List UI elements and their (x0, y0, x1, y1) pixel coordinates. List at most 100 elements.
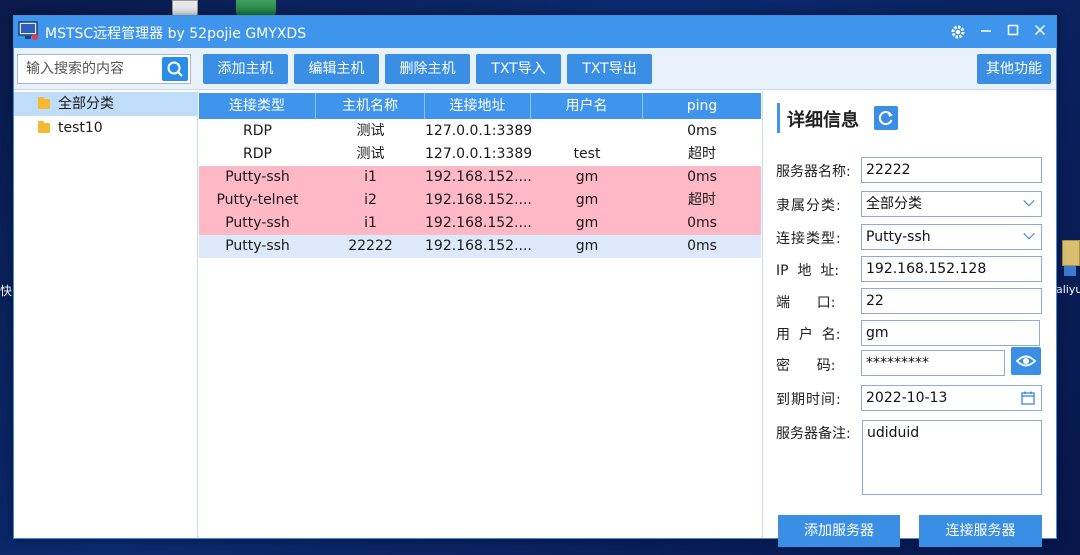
server-name-field[interactable]: 22222 (861, 157, 1042, 183)
cell-name: 测试 (356, 146, 385, 162)
cell-user (531, 120, 643, 143)
expire-label: 到期时间: (776, 392, 842, 408)
desktop-left-label: 快 (0, 284, 13, 298)
cell-ping: 超时 (688, 146, 716, 162)
title-accent-bar (777, 103, 780, 133)
close-icon[interactable] (1030, 22, 1050, 42)
category-tree: 全部分类 test10 (14, 91, 198, 538)
password-field[interactable]: ********* (861, 350, 1005, 376)
cell-type: RDP (243, 123, 272, 139)
cell-address: 127.0.0.1:3389 (425, 123, 531, 139)
table-row[interactable]: Putty-ssh i1 192.168.152.... gm 0ms (199, 166, 761, 189)
settings-gear-icon[interactable] (948, 22, 968, 42)
conn-type-value: Putty-ssh (866, 229, 931, 245)
category-value: 全部分类 (866, 196, 922, 212)
cell-ping: 0ms (687, 169, 717, 185)
column-header-user[interactable]: 用户名 (531, 93, 643, 119)
column-header-type[interactable]: 连接类型 (199, 93, 316, 119)
desktop-folder-icon[interactable] (1062, 240, 1080, 266)
txt-import-button[interactable]: TXT导入 (476, 54, 561, 84)
desktop-shortcut-icon (1064, 266, 1076, 276)
cell-type: RDP (243, 146, 272, 162)
cell-address: 192.168.152.... (425, 169, 531, 185)
category-select[interactable]: 全部分类 (861, 191, 1042, 217)
conn-type-label: 连接类型: (776, 231, 842, 247)
refresh-button[interactable] (874, 106, 898, 130)
cell-type: Putty-telnet (216, 192, 299, 208)
port-label: 端 口: (776, 295, 836, 311)
conn-type-select[interactable]: Putty-ssh (861, 224, 1042, 250)
expire-date-value: 2022-10-13 (866, 390, 948, 406)
cell-ping: 超时 (688, 192, 716, 208)
cell-address: 192.168.152.... (425, 215, 531, 231)
txt-export-button[interactable]: TXT导出 (567, 54, 652, 84)
server-name-label: 服务器名称: (776, 164, 851, 180)
cell-type: Putty-ssh (225, 215, 290, 231)
table-row[interactable]: Putty-ssh i1 192.168.152.... gm 0ms (199, 212, 761, 235)
cell-user: gm (575, 238, 599, 254)
table-row[interactable]: RDP 测试 127.0.0.1:3389 0ms (199, 120, 761, 143)
grid-header: 连接类型 主机名称 连接地址 用户名 ping (199, 93, 761, 119)
delete-host-button[interactable]: 删除主机 (385, 54, 470, 84)
column-header-address[interactable]: 连接地址 (425, 93, 531, 119)
port-field[interactable]: 22 (861, 288, 1042, 314)
app-window: MSTSC远程管理器 by 52pojie GMYXDS 添加主机 编辑主机 删… (13, 15, 1057, 547)
cell-address: 192.168.152.... (425, 192, 531, 208)
cell-user: gm (575, 192, 599, 208)
tree-item-all[interactable]: 全部分类 (14, 92, 198, 116)
add-server-button[interactable]: 添加服务器 (778, 515, 900, 547)
search-icon (167, 61, 183, 77)
desktop-file-icon[interactable] (172, 0, 198, 16)
cell-user: gm (575, 215, 599, 231)
cell-address: 127.0.0.1:3389 (425, 146, 531, 162)
calendar-icon[interactable] (1021, 391, 1035, 405)
cell-user: gm (575, 169, 599, 185)
app-monitor-icon (18, 21, 38, 40)
eye-icon (1015, 355, 1037, 367)
column-header-name[interactable]: 主机名称 (316, 93, 425, 119)
detail-title: 详细信息 (787, 110, 859, 131)
show-password-button[interactable] (1011, 347, 1041, 375)
cell-type: Putty-ssh (225, 169, 290, 185)
host-grid: 连接类型 主机名称 连接地址 用户名 ping RDP 测试 127.0.0.1:3… (199, 91, 761, 538)
add-host-button[interactable]: 添加主机 (203, 54, 288, 84)
category-label: 隶属分类: (776, 198, 842, 214)
cell-name: 测试 (356, 123, 385, 139)
desktop-right-label: aliyun - 快捷 (1056, 283, 1080, 296)
edit-host-button[interactable]: 编辑主机 (294, 54, 379, 84)
cell-ping: 0ms (687, 123, 717, 139)
maximize-icon[interactable] (1003, 22, 1023, 42)
cell-user: test (573, 146, 601, 162)
user-field[interactable]: gm (861, 320, 1040, 346)
window-title: MSTSC远程管理器 by 52pojie GMYXDS (45, 26, 307, 42)
cell-name: i2 (364, 192, 377, 208)
search-input[interactable] (18, 55, 160, 83)
note-label: 服务器备注: (776, 426, 851, 442)
cell-name: i1 (364, 215, 377, 231)
cell-name: 22222 (348, 238, 393, 254)
table-row[interactable]: RDP 测试 127.0.0.1:3389 test 超时 (199, 143, 761, 166)
connect-server-button[interactable]: 连接服务器 (919, 515, 1042, 547)
note-textarea[interactable]: udiduid (862, 420, 1042, 495)
title-bar[interactable]: MSTSC远程管理器 by 52pojie GMYXDS (14, 16, 1056, 48)
chevron-down-icon (1023, 228, 1035, 240)
tree-item-label: 全部分类 (58, 96, 114, 112)
toolbar: 添加主机 编辑主机 删除主机 TXT导入 TXT导出 其他功能 (14, 48, 1056, 90)
tree-item-test10[interactable]: test10 (14, 116, 198, 140)
table-row[interactable]: Putty-telnet i2 192.168.152.... gm 超时 (199, 189, 761, 212)
tree-item-label: test10 (58, 120, 103, 136)
table-row[interactable]: Putty-ssh 22222 192.168.152.... gm 0ms (199, 235, 761, 258)
ip-field[interactable]: 192.168.152.128 (861, 256, 1042, 282)
cell-ping: 0ms (687, 238, 717, 254)
search-button[interactable] (162, 57, 188, 81)
cell-name: i1 (364, 169, 377, 185)
expire-date-field[interactable]: 2022-10-13 (861, 385, 1042, 411)
cell-address: 192.168.152.... (425, 238, 531, 254)
refresh-icon (878, 111, 893, 126)
other-functions-button[interactable]: 其他功能 (977, 54, 1051, 84)
password-label: 密 码: (776, 358, 836, 374)
minimize-icon[interactable] (976, 22, 996, 42)
desktop-app-icon[interactable] (236, 0, 276, 16)
search-box (17, 54, 191, 84)
column-header-ping[interactable]: ping (643, 93, 761, 119)
